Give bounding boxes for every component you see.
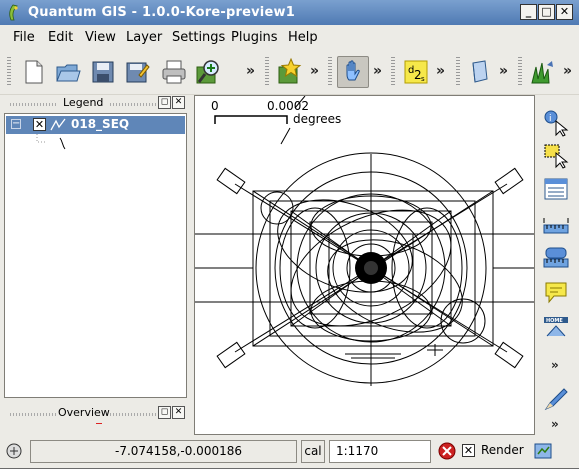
home-zoom-full-icon[interactable]: HOME	[542, 312, 570, 340]
layer-name: 018_SEQ	[71, 117, 130, 131]
pan-hand-icon[interactable]	[337, 56, 369, 88]
help-book-icon[interactable]	[465, 57, 495, 87]
save-project-icon[interactable]	[88, 57, 118, 87]
menu-view[interactable]: View	[85, 30, 116, 45]
new-project-icon[interactable]	[18, 57, 48, 87]
grass-icon[interactable]	[527, 57, 557, 87]
map-features	[195, 96, 534, 386]
menu-bar: File Edit View Layer Settings Plugins He…	[0, 25, 579, 49]
layer-visibility-checkbox[interactable]: ✕	[33, 118, 46, 131]
legend-dock-header[interactable]: Legend ◻ ✕	[4, 95, 190, 113]
toolbar-overflow-chevron[interactable]: »	[246, 63, 255, 79]
menu-layer[interactable]: Layer	[126, 30, 162, 45]
open-project-icon[interactable]	[53, 57, 83, 87]
identify-icon[interactable]: i	[542, 109, 570, 137]
overview-panel[interactable]	[4, 422, 187, 435]
coordinates-display: -7.074158,-0.000186	[30, 440, 297, 463]
menu-help[interactable]: Help	[288, 30, 318, 45]
measure-area-icon[interactable]	[542, 244, 570, 272]
render-checkbox[interactable]: ✕	[462, 444, 475, 457]
toolbar-overflow-chevron[interactable]: »	[436, 63, 445, 79]
qgis-window: Quantum GIS - 1.0.0-Kore-preview1 _ □ ✕ …	[0, 0, 579, 468]
toolbar-overflow-chevron[interactable]: »	[373, 63, 382, 79]
dock-grip	[10, 103, 56, 106]
select-features-icon[interactable]	[542, 141, 570, 169]
overview-title: Overview	[58, 406, 110, 419]
title-bar: Quantum GIS - 1.0.0-Kore-preview1 _ □ ✕	[0, 0, 579, 25]
menu-file[interactable]: File	[13, 30, 35, 45]
toolbar-overflow-chevron[interactable]: »	[310, 63, 319, 79]
toolbar-grip[interactable]	[7, 57, 11, 87]
layer-symbol-tree	[35, 134, 75, 157]
layer-item-018-seq[interactable]: − ✕ 018_SEQ	[6, 116, 185, 134]
svg-text:i: i	[549, 114, 552, 124]
close-window-button[interactable]: ✕	[556, 4, 573, 20]
measure-line-icon[interactable]	[542, 212, 570, 240]
map-canvas[interactable]: 0 0.0002 degrees	[194, 95, 535, 435]
render-toggle[interactable]: ✕ Render	[460, 440, 530, 463]
overview-dock-header[interactable]: Overview ◻ ✕	[4, 405, 190, 423]
legend-close-button[interactable]: ✕	[172, 96, 185, 109]
dock-grip	[10, 413, 56, 416]
toolbar-grip[interactable]	[265, 57, 269, 87]
toolbar-grip[interactable]	[328, 57, 332, 87]
maximize-button[interactable]: □	[538, 4, 555, 20]
toolbar-grip[interactable]	[456, 57, 460, 87]
status-bar: -7.074158,-0.000186 cal 1:1170 ✕ Render	[0, 437, 579, 468]
menu-plugins[interactable]: Plugins	[231, 30, 278, 45]
scale-input[interactable]: 1:1170	[329, 440, 431, 463]
menu-edit[interactable]: Edit	[48, 30, 73, 45]
main-toolbar: » » » d2s » » »	[0, 49, 579, 95]
render-label: Render	[481, 443, 524, 457]
attribute-toolbar: i HOME » »	[539, 95, 579, 435]
dock-grip	[110, 103, 156, 106]
legend-title: Legend	[63, 96, 104, 109]
toolbar-overflow-chevron[interactable]: »	[499, 63, 508, 79]
rtoolbar-overflow-chevron[interactable]: »	[551, 417, 559, 431]
print-icon[interactable]	[159, 57, 189, 87]
map-tips-icon[interactable]	[542, 278, 570, 306]
scale-label: cal	[301, 440, 325, 463]
window-title: Quantum GIS - 1.0.0-Kore-preview1	[28, 5, 295, 20]
overview-close-button[interactable]: ✕	[172, 406, 185, 419]
zoom-in-icon[interactable]	[193, 57, 223, 87]
minimize-button[interactable]: _	[520, 4, 537, 20]
projection-icon[interactable]	[533, 440, 557, 463]
legend-panel[interactable]: − ✕ 018_SEQ	[4, 113, 187, 398]
stop-render-icon[interactable]	[437, 440, 457, 463]
dock-grip	[110, 413, 156, 416]
save-as-icon[interactable]	[122, 57, 152, 87]
new-bookmark-icon[interactable]	[274, 57, 304, 87]
layer-expander[interactable]: −	[11, 119, 21, 129]
overview-float-button[interactable]: ◻	[158, 406, 171, 419]
toolbar-grip[interactable]	[391, 57, 395, 87]
qgis-app-icon	[5, 4, 21, 21]
legend-float-button[interactable]: ◻	[158, 96, 171, 109]
menu-settings[interactable]: Settings	[172, 30, 225, 45]
toolbar-overflow-chevron[interactable]: »	[563, 63, 572, 79]
edit-pencil-icon[interactable]	[542, 385, 570, 413]
rtoolbar-overflow-chevron[interactable]: »	[551, 358, 559, 372]
digitize-icon[interactable]: d2s	[401, 57, 431, 87]
toggle-extents-icon[interactable]	[3, 440, 27, 463]
toolbar-grip[interactable]	[518, 57, 522, 87]
svg-text:HOME: HOME	[546, 318, 563, 324]
attribute-table-icon[interactable]	[542, 175, 570, 203]
svg-text:s: s	[421, 75, 425, 83]
line-layer-icon	[50, 118, 66, 135]
